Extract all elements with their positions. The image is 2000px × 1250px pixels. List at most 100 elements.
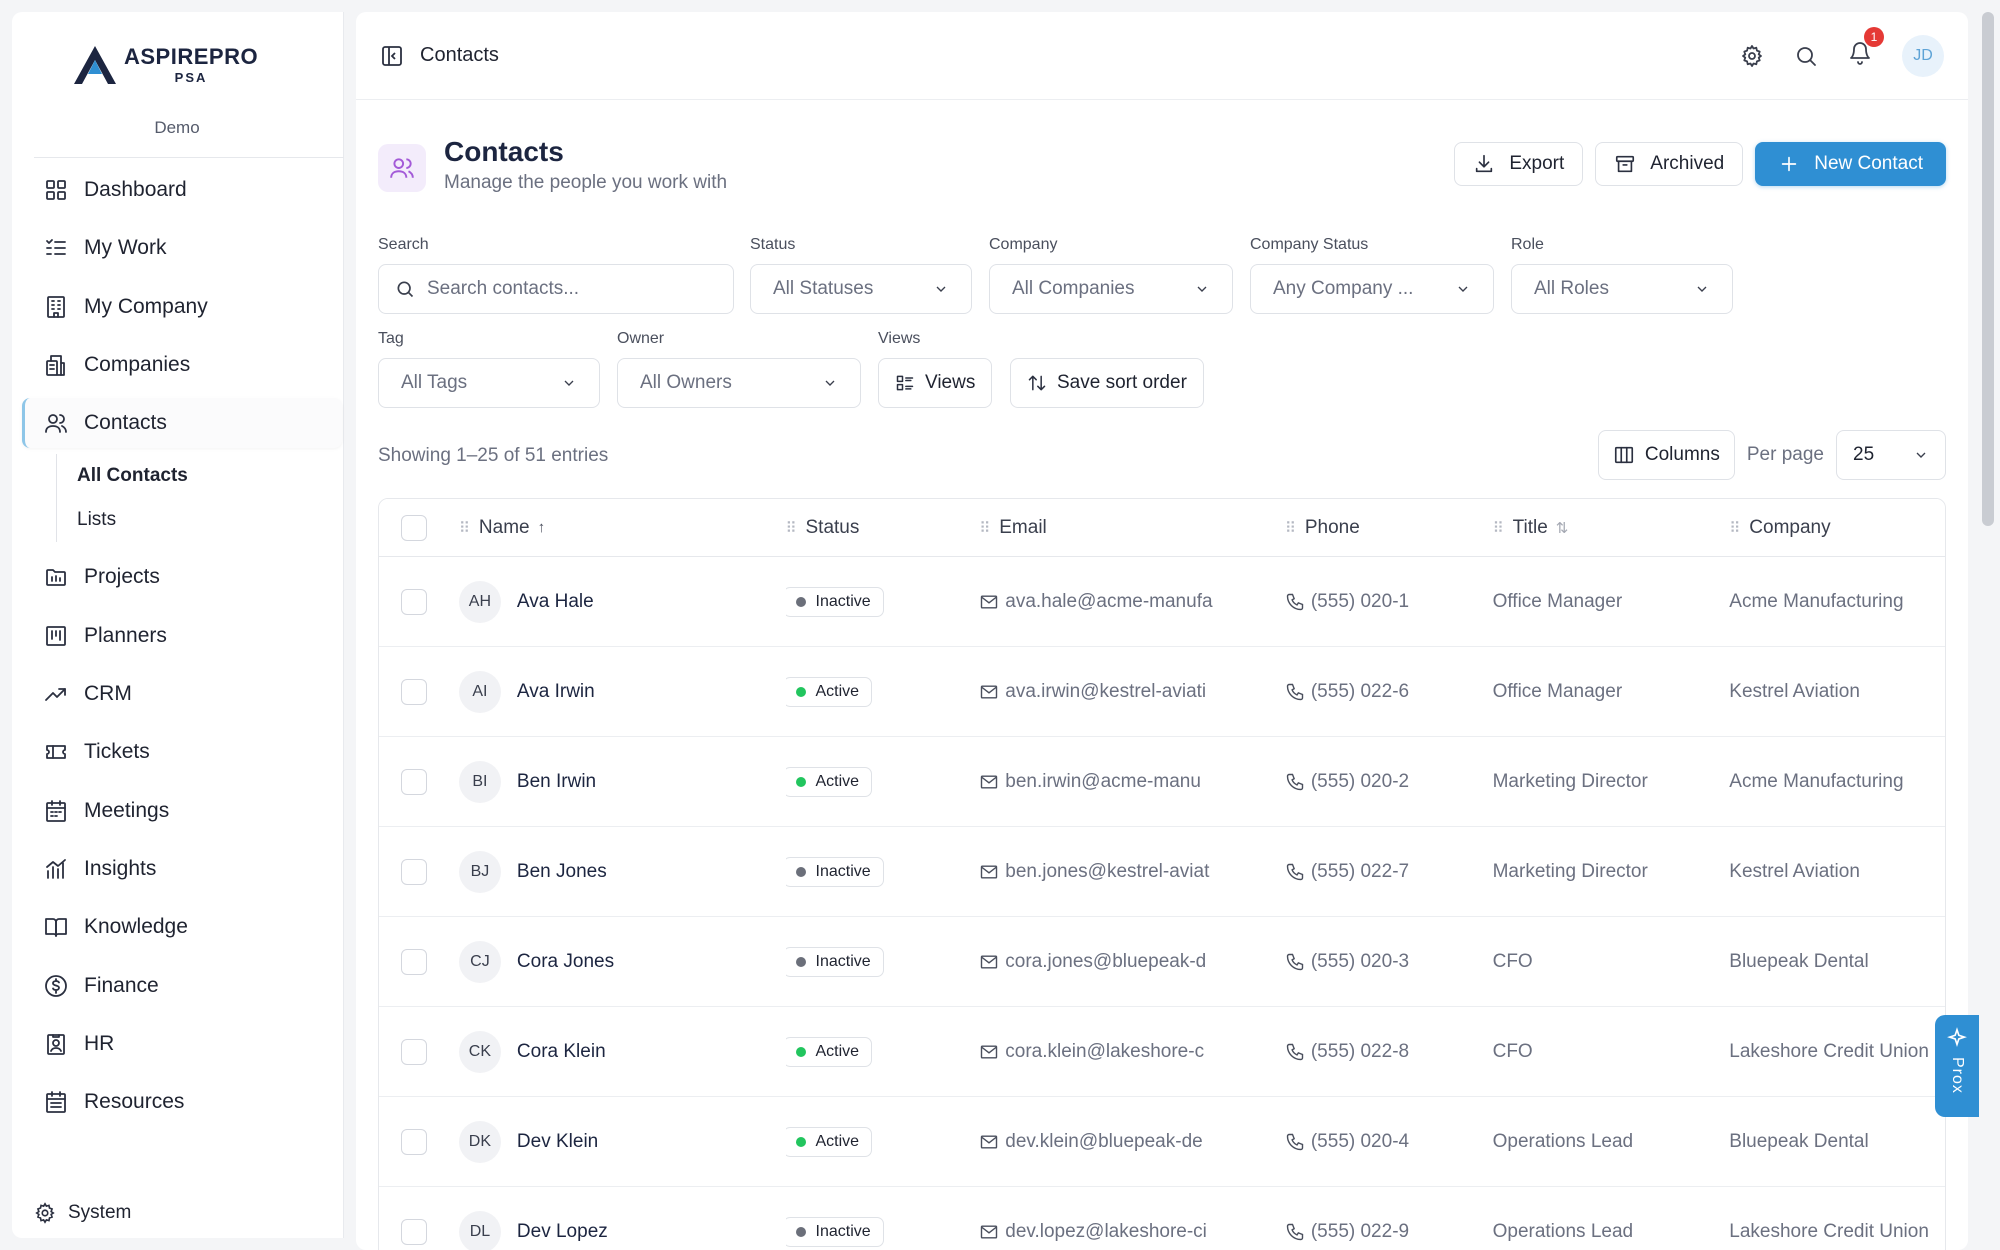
row-checkbox[interactable] [401, 1218, 427, 1245]
sidebar-item-crm[interactable]: CRM [22, 669, 342, 719]
sidebar-item-tickets[interactable]: Tickets [22, 727, 342, 777]
notifications-button[interactable]: 1 [1848, 27, 1884, 70]
subnav-lists[interactable]: Lists [77, 498, 342, 542]
contact-name[interactable]: Ben Irwin [517, 771, 596, 793]
contact-email[interactable]: dev.lopez@lakeshore-ci [1005, 1221, 1207, 1243]
contact-email[interactable]: ava.irwin@kestrel-aviati [1005, 681, 1206, 703]
table-row[interactable]: CJ Cora Jones Inactive cora.jones@bluepe… [379, 917, 1945, 1007]
owner-select[interactable]: All Owners [617, 358, 861, 408]
row-checkbox[interactable] [401, 858, 427, 885]
columns-button[interactable]: Columns [1597, 430, 1735, 480]
row-checkbox[interactable] [401, 948, 427, 975]
table-row[interactable]: CK Cora Klein Active cora.klein@lakeshor… [379, 1007, 1945, 1097]
contact-email[interactable]: cora.jones@bluepeak-d [1005, 951, 1206, 973]
contact-name[interactable]: Ava Irwin [517, 681, 595, 703]
brand-logo[interactable]: ASPIREPRO PSA [72, 44, 258, 86]
breadcrumb[interactable]: Contacts [420, 44, 499, 67]
column-header-name[interactable]: ⠿ Name ↑ [459, 517, 786, 539]
contact-name[interactable]: Dev Lopez [517, 1221, 608, 1243]
table-row[interactable]: DK Dev Klein Active dev.klein@bluepeak-d… [379, 1097, 1945, 1187]
settings-icon[interactable] [1740, 44, 1764, 68]
row-checkbox[interactable] [401, 1038, 427, 1065]
drag-handle-icon[interactable]: ⠿ [786, 519, 797, 537]
contact-email[interactable]: dev.klein@bluepeak-de [1005, 1131, 1202, 1153]
column-header-status[interactable]: ⠿ Status [786, 517, 980, 539]
contact-company[interactable]: Acme Manufacturing [1729, 771, 1903, 793]
role-select[interactable]: All Roles [1511, 264, 1733, 314]
contact-name[interactable]: Ben Jones [517, 861, 607, 883]
contact-email[interactable]: ben.jones@kestrel-aviat [1005, 861, 1209, 883]
contact-name[interactable]: Cora Jones [517, 951, 614, 973]
save-sort-button[interactable]: Save sort order [1010, 358, 1204, 408]
contact-name[interactable]: Ava Hale [517, 591, 594, 613]
contact-company[interactable]: Lakeshore Credit Union [1729, 1221, 1929, 1243]
drag-handle-icon[interactable]: ⠿ [979, 519, 990, 537]
contact-phone[interactable]: (555) 022-6 [1311, 681, 1409, 703]
sidebar-item-hr[interactable]: HR [22, 1019, 342, 1069]
contact-phone[interactable]: (555) 022-8 [1311, 1041, 1409, 1063]
table-row[interactable]: AH Ava Hale Inactive ava.hale@acme-manuf… [379, 557, 1945, 647]
views-button[interactable]: Views [878, 358, 993, 408]
contact-name[interactable]: Dev Klein [517, 1131, 598, 1153]
column-header-title[interactable]: ⠿ Title ⇅ [1493, 517, 1730, 539]
contact-phone[interactable]: (555) 020-1 [1311, 591, 1409, 613]
search-icon[interactable] [1794, 44, 1818, 68]
scrollbar[interactable] [1982, 12, 1994, 526]
new-contact-button[interactable]: New Contact [1755, 142, 1946, 186]
row-checkbox[interactable] [401, 1128, 427, 1155]
contact-phone[interactable]: (555) 020-3 [1311, 951, 1409, 973]
user-avatar[interactable]: JD [1902, 34, 1944, 77]
sidebar-item-projects[interactable]: Projects [22, 552, 342, 602]
sidebar-item-resources[interactable]: Resources [22, 1077, 342, 1127]
archived-button[interactable]: Archived [1595, 142, 1744, 186]
table-row[interactable]: BJ Ben Jones Inactive ben.jones@kestrel-… [379, 827, 1945, 917]
sidebar-item-finance[interactable]: Finance [22, 961, 342, 1011]
drag-handle-icon[interactable]: ⠿ [1729, 519, 1740, 537]
sidebar-item-my-work[interactable]: My Work [22, 223, 342, 273]
status-select[interactable]: All Statuses [750, 264, 972, 314]
column-header-phone[interactable]: ⠿ Phone [1285, 517, 1493, 539]
company-status-select[interactable]: Any Company ... [1250, 264, 1494, 314]
search-input[interactable]: Search contacts... [378, 264, 734, 314]
sidebar-item-contacts[interactable]: Contacts [22, 398, 342, 449]
company-select[interactable]: All Companies [989, 264, 1233, 314]
select-all-checkbox[interactable] [401, 514, 427, 541]
contact-company[interactable]: Bluepeak Dental [1729, 1131, 1868, 1153]
column-header-company[interactable]: ⠿ Company [1729, 517, 1945, 539]
contact-name[interactable]: Cora Klein [517, 1041, 606, 1063]
drag-handle-icon[interactable]: ⠿ [1493, 519, 1504, 537]
sidebar-item-knowledge[interactable]: Knowledge [22, 902, 342, 952]
contact-company[interactable]: Kestrel Aviation [1729, 861, 1860, 883]
contact-company[interactable]: Kestrel Aviation [1729, 681, 1860, 703]
contact-company[interactable]: Bluepeak Dental [1729, 951, 1868, 973]
sidebar-item-insights[interactable]: Insights [22, 844, 342, 894]
sidebar-item-my-company[interactable]: My Company [22, 282, 342, 332]
contact-company[interactable]: Lakeshore Credit Union [1729, 1041, 1929, 1063]
sidebar-toggle-icon[interactable] [380, 44, 404, 68]
contact-phone[interactable]: (555) 022-9 [1311, 1221, 1409, 1243]
column-header-email[interactable]: ⠿ Email [979, 517, 1285, 539]
sidebar-item-dashboard[interactable]: Dashboard [22, 165, 342, 215]
contact-phone[interactable]: (555) 020-2 [1311, 771, 1409, 793]
contact-email[interactable]: ava.hale@acme-manufa [1005, 591, 1212, 613]
sidebar-item-meetings[interactable]: Meetings [22, 786, 342, 836]
row-checkbox[interactable] [401, 588, 427, 615]
assistant-tab[interactable]: Prox [1935, 1015, 1979, 1117]
contact-company[interactable]: Acme Manufacturing [1729, 591, 1903, 613]
export-button[interactable]: Export [1454, 142, 1584, 186]
contact-phone[interactable]: (555) 022-7 [1311, 861, 1409, 883]
sidebar-item-companies[interactable]: Companies [22, 340, 342, 390]
subnav-all-contacts[interactable]: All Contacts [77, 454, 342, 498]
tag-select[interactable]: All Tags [378, 358, 600, 408]
row-checkbox[interactable] [401, 678, 427, 705]
drag-handle-icon[interactable]: ⠿ [1285, 519, 1296, 537]
drag-handle-icon[interactable]: ⠿ [459, 519, 470, 537]
contact-phone[interactable]: (555) 020-4 [1311, 1131, 1409, 1153]
contact-email[interactable]: ben.irwin@acme-manu [1005, 771, 1201, 793]
sidebar-item-system[interactable]: System [34, 1202, 131, 1224]
table-row[interactable]: DL Dev Lopez Inactive dev.lopez@lakeshor… [379, 1187, 1945, 1250]
sidebar-item-planners[interactable]: Planners [22, 611, 342, 661]
table-row[interactable]: BI Ben Irwin Active ben.irwin@acme-manu … [379, 737, 1945, 827]
contact-email[interactable]: cora.klein@lakeshore-c [1005, 1041, 1204, 1063]
row-checkbox[interactable] [401, 768, 427, 795]
